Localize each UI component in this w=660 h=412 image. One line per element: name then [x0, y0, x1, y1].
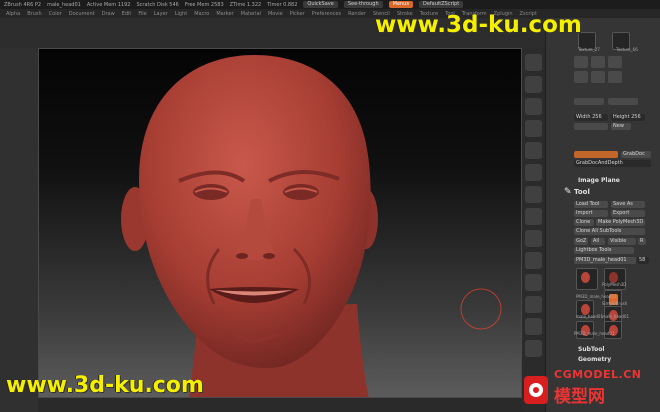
- document-name: male_head01: [47, 1, 81, 8]
- export-button[interactable]: Export: [611, 210, 645, 217]
- scratch-disk: Scratch Disk 546: [136, 1, 179, 8]
- shelf-button[interactable]: [525, 186, 542, 203]
- shelf-button[interactable]: [525, 274, 542, 291]
- menu-draw[interactable]: Draw: [102, 11, 115, 17]
- menu-material[interactable]: Material: [241, 11, 261, 17]
- menu-macro[interactable]: Macro: [194, 11, 209, 17]
- menus-button[interactable]: Menus: [388, 1, 413, 8]
- shelf-button[interactable]: [525, 98, 542, 115]
- panel-button[interactable]: [574, 98, 604, 105]
- current-tool-value: 58: [637, 257, 649, 264]
- right-shelf: [522, 48, 545, 412]
- grabdoc-depth-button[interactable]: GrabDocAndDepth: [574, 160, 651, 167]
- width-slider[interactable]: Width 256: [574, 114, 608, 121]
- load-tool-button[interactable]: Load Tool: [574, 201, 608, 208]
- grid-button[interactable]: [591, 56, 605, 68]
- menu-edit[interactable]: Edit: [122, 11, 132, 17]
- visible-button[interactable]: Visible: [608, 238, 636, 245]
- quicksave-button[interactable]: QuickSave: [303, 1, 338, 8]
- tool-thumb-label: male_head01: [576, 314, 603, 319]
- tool-thumb[interactable]: [576, 268, 598, 290]
- free-mem: Free Mem 2583: [184, 1, 224, 8]
- save-as-button[interactable]: Save As: [611, 201, 645, 208]
- height-slider[interactable]: Height 256: [611, 114, 645, 121]
- tool-thumb[interactable]: [576, 321, 594, 339]
- ztime: ZTime 1.322: [229, 1, 262, 8]
- active-mem: Active Mem 1192: [86, 1, 131, 8]
- cgmodel-logo: CGMODEL.CN 模型网: [520, 362, 660, 410]
- grid-button[interactable]: [591, 71, 605, 83]
- logo-site-text: CGMODEL.CN: [554, 368, 642, 381]
- menu-file[interactable]: File: [138, 11, 146, 17]
- title-bar: ZBrush 4R6 P2 male_head01 Active Mem 119…: [0, 0, 660, 9]
- shelf-button[interactable]: [525, 318, 542, 335]
- menu-movie[interactable]: Movie: [268, 11, 283, 17]
- lightbox-tools-button[interactable]: Lightbox Tools: [574, 247, 634, 254]
- menu-light[interactable]: Light: [175, 11, 187, 17]
- grid-button[interactable]: [574, 71, 588, 83]
- logo-chars-text: 模型网: [554, 387, 605, 407]
- grabdoc-toggle[interactable]: [574, 151, 618, 158]
- timer: Timer 0.882: [267, 1, 298, 8]
- menu-layer[interactable]: Layer: [154, 11, 168, 17]
- document-canvas[interactable]: [38, 48, 522, 398]
- menu-preferences[interactable]: Preferences: [312, 11, 341, 17]
- wrench-icon: ✎: [564, 187, 572, 197]
- menu-marker[interactable]: Marker: [216, 11, 233, 17]
- current-tool-slider[interactable]: PM3D_male_head01: [574, 257, 636, 264]
- image-plane-header[interactable]: Image Plane: [578, 177, 620, 184]
- menu-alpha[interactable]: Alpha: [6, 11, 20, 17]
- right-tray: Texture_27 Texture_66 Width 256 Height 2…: [545, 18, 660, 412]
- clone-button[interactable]: Clone: [574, 219, 594, 226]
- default-script-button[interactable]: DefaultZScript: [418, 1, 464, 8]
- texture-left-label: Texture_27: [578, 47, 600, 52]
- shelf-button[interactable]: [525, 142, 542, 159]
- menu-brush[interactable]: Brush: [27, 11, 41, 17]
- shelf-button[interactable]: [525, 340, 542, 357]
- panel-button[interactable]: [608, 98, 638, 105]
- tool-thumb-label: PolyMesh3D: [602, 282, 627, 287]
- import-button[interactable]: Import: [574, 210, 608, 217]
- left-tray: [0, 48, 38, 412]
- shelf-button[interactable]: [525, 252, 542, 269]
- menu-render[interactable]: Render: [348, 11, 366, 17]
- shelf-button[interactable]: [525, 164, 542, 181]
- shelf-button[interactable]: [525, 296, 542, 313]
- r-button[interactable]: R: [638, 238, 646, 245]
- tool-header[interactable]: Tool: [574, 188, 590, 196]
- all-button[interactable]: All: [591, 238, 605, 245]
- brush-cursor: [460, 288, 502, 330]
- app-name: ZBrush 4R6 P2: [4, 1, 42, 8]
- seethrough-slider[interactable]: See-through: [343, 1, 383, 8]
- texture-right-label: Texture_66: [616, 47, 638, 52]
- new-button[interactable]: New: [611, 123, 631, 130]
- shelf-button[interactable]: [525, 230, 542, 247]
- tool-thumb-label: PM3D_male_head01: [574, 331, 615, 336]
- shelf-button[interactable]: [525, 76, 542, 93]
- panel-button[interactable]: [574, 123, 608, 130]
- shelf-button[interactable]: [525, 120, 542, 137]
- watermark-top: www.3d-ku.com: [375, 12, 582, 38]
- head-render: [121, 55, 502, 397]
- tool-thumb[interactable]: [604, 321, 622, 339]
- bottom-shelf: [38, 398, 522, 412]
- shelf-button[interactable]: [525, 54, 542, 71]
- watermark-bottom: www.3d-ku.com: [6, 373, 204, 398]
- make-polymesh-button[interactable]: Make PolyMesh3D: [596, 219, 645, 226]
- goz-button[interactable]: GoZ: [574, 238, 588, 245]
- grid-button[interactable]: [574, 56, 588, 68]
- menu-color[interactable]: Color: [49, 11, 62, 17]
- subtool-header[interactable]: SubTool: [578, 346, 604, 353]
- grid-button[interactable]: [608, 56, 622, 68]
- tool-thumb-label: male_head01: [602, 314, 629, 319]
- grabdoc-button[interactable]: GrabDoc: [621, 151, 651, 158]
- menu-picker[interactable]: Picker: [290, 11, 305, 17]
- shelf-button[interactable]: [525, 208, 542, 225]
- menu-document[interactable]: Document: [69, 11, 95, 17]
- tool-thumb-label: PM3D_male_head01: [576, 294, 617, 299]
- grid-button[interactable]: [608, 71, 622, 83]
- clone-all-subtools-button[interactable]: Clone All SubTools: [574, 228, 645, 235]
